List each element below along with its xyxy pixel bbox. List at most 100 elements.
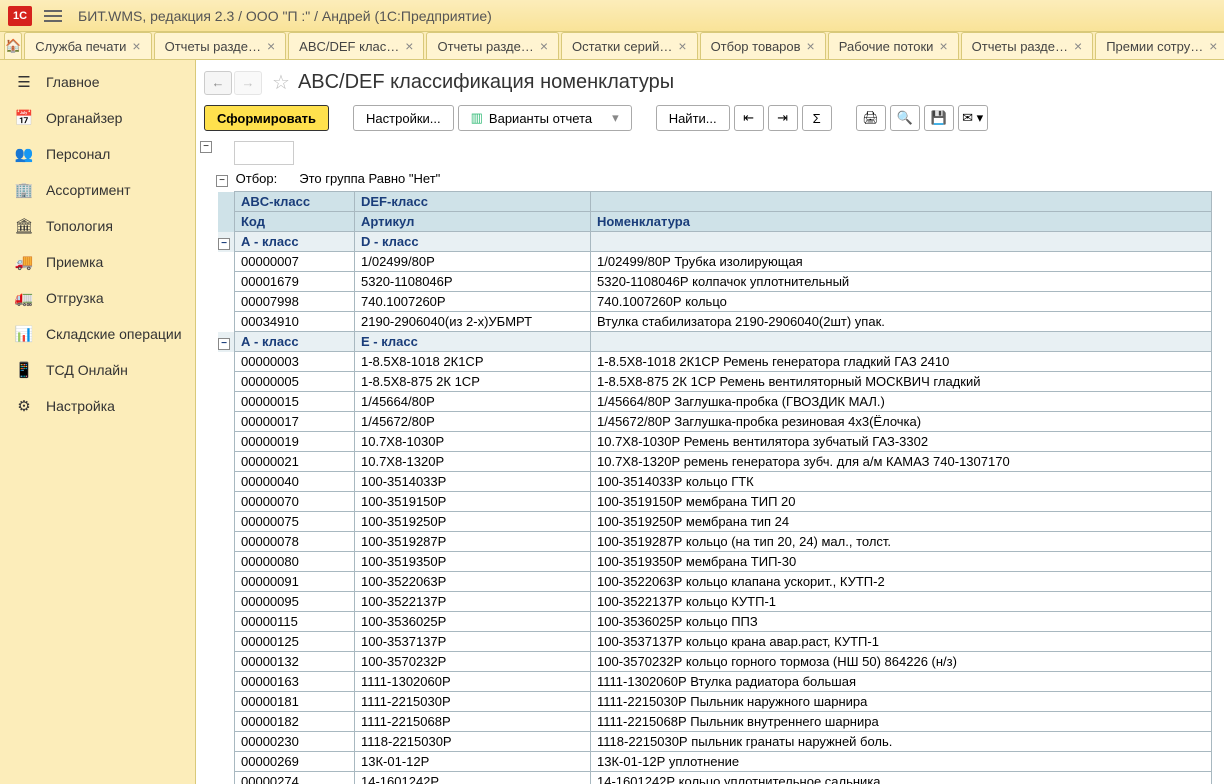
cell: 100-3570232Р (355, 652, 591, 672)
cell: 1111-1302060Р Втулка радиатора большая (591, 672, 1212, 692)
close-icon[interactable]: × (267, 38, 275, 54)
tab[interactable]: Отчеты разде… × (154, 32, 287, 59)
sidebar-item[interactable]: 📊Складские операции (0, 316, 195, 352)
tree-collapse-icon[interactable]: − (216, 175, 228, 187)
sidebar-item[interactable]: 🚚Приемка (0, 244, 195, 280)
find-button[interactable]: Найти... (656, 105, 730, 131)
app-title: БИТ.WMS, редакция 2.3 / ООО "П :" / Андр… (78, 8, 492, 24)
tab[interactable]: Отчеты разде…× (961, 32, 1094, 59)
mail-icon[interactable]: ✉ ▾ (958, 105, 988, 131)
hamburger-icon[interactable] (44, 7, 62, 25)
cell: Артикул (355, 212, 591, 232)
filter-box (234, 141, 294, 165)
close-icon[interactable]: × (939, 38, 947, 54)
cell: 100-3519287Р кольцо (на тип 20, 24) мал.… (591, 532, 1212, 552)
cell (591, 332, 1212, 352)
cell: 100-3514033Р (355, 472, 591, 492)
table-row: 00000080100-3519350Р100-3519350Р мембран… (218, 552, 1212, 572)
sidebar-item[interactable]: ⚙ Настройка (0, 388, 195, 424)
sidebar-item[interactable]: 🚛Отгрузка (0, 280, 195, 316)
save-icon[interactable]: 💾 (924, 105, 954, 131)
table-row: 000349102190-2906040(из 2-х)УБМРТВтулка … (218, 312, 1212, 332)
tab-label: Отчеты разде… (437, 39, 533, 54)
tab[interactable]: ABC/DEF клас…× (288, 32, 424, 59)
collapse-left-icon[interactable]: ⇤ (734, 105, 764, 131)
collapse-right-icon[interactable]: ⇥ (768, 105, 798, 131)
cell: 00000070 (235, 492, 355, 512)
sidebar-item-label: Топология (46, 218, 113, 234)
cell: Втулка стабилизатора 2190-2906040(2шт) у… (591, 312, 1212, 332)
table-row: 00000095100-3522137Р100-3522137Р кольцо … (218, 592, 1212, 612)
preview-icon[interactable]: 🔍 (890, 105, 920, 131)
tab-label: Премии сотру… (1106, 39, 1203, 54)
tab-label: Отчеты разде… (165, 39, 261, 54)
report-area: − − Отбор: Это группа Равно "Нет" ABC-кл… (196, 141, 1224, 784)
close-icon[interactable]: × (1209, 38, 1217, 54)
sidebar-item[interactable]: 📱ТСД Онлайн (0, 352, 195, 388)
cell: 00000007 (235, 252, 355, 272)
header-row: ABC-классDEF-класс (218, 192, 1212, 212)
close-icon[interactable]: × (807, 38, 815, 54)
tree-collapse-icon[interactable]: − (218, 338, 230, 350)
favorite-icon[interactable]: ☆ (272, 70, 290, 95)
sidebar-item[interactable]: 🏢Ассортимент (0, 172, 195, 208)
cell: 1/45672/80Р (355, 412, 591, 432)
cell: 00000125 (235, 632, 355, 652)
print-icon[interactable]: 🖨 (856, 105, 886, 131)
cell: DEF-класс (355, 192, 591, 212)
sidebar-item[interactable]: ☰Главное (0, 64, 195, 100)
table-row: 00000132100-3570232Р100-3570232Р кольцо … (218, 652, 1212, 672)
cell: 1/45672/80Р Заглушка-пробка резиновая 4х… (591, 412, 1212, 432)
tab[interactable]: Отбор товаров× (700, 32, 826, 59)
table-row: 000000151/45664/80Р1/45664/80Р Заглушка-… (218, 392, 1212, 412)
tree-collapse-icon[interactable]: − (200, 141, 212, 153)
tab[interactable]: Остатки серий…× (561, 32, 698, 59)
cell: 00000021 (235, 452, 355, 472)
close-icon[interactable]: × (1074, 38, 1082, 54)
sidebar-icon: 🏛 (12, 217, 36, 235)
home-tab[interactable]: 🏠 (4, 32, 22, 59)
sidebar-item[interactable]: 📅Органайзер (0, 100, 195, 136)
report-variants-button[interactable]: ▥ Варианты отчета ▾ (458, 105, 632, 131)
cell: 740.1007260Р (355, 292, 591, 312)
cell: 100-3519350Р (355, 552, 591, 572)
sidebar-item[interactable]: 🏛 Топология (0, 208, 195, 244)
cell: 00001679 (235, 272, 355, 292)
tab[interactable]: Служба печати× (24, 32, 151, 59)
tab[interactable]: Премии сотру… × (1095, 32, 1224, 59)
tab[interactable]: Рабочие потоки× (828, 32, 959, 59)
sidebar-icon: ⚙ (12, 397, 36, 415)
close-icon[interactable]: × (678, 38, 686, 54)
cell: 1111-2215068Р Пыльник внутреннего шарнир… (591, 712, 1212, 732)
sum-icon[interactable]: Σ (802, 105, 832, 131)
close-icon[interactable]: × (405, 38, 413, 54)
format-button[interactable]: Сформировать (204, 105, 329, 131)
close-icon[interactable]: × (132, 38, 140, 54)
sidebar-item[interactable]: 👥Персонал (0, 136, 195, 172)
cell: 00000132 (235, 652, 355, 672)
sidebar-item-label: Складские операции (46, 326, 182, 342)
cell: 100-3522137Р кольцо КУТП-1 (591, 592, 1212, 612)
cell: 100-3519350Р мембрана ТИП-30 (591, 552, 1212, 572)
table-row: 000000051-8.5Х8-875 2К 1СР1-8.5Х8-875 2К… (218, 372, 1212, 392)
table-row: 000001811111-2215030Р1111-2215030Р Пыльн… (218, 692, 1212, 712)
tab[interactable]: Отчеты разде… × (426, 32, 559, 59)
cell: 100-3570232Р кольцо горного тормоза (НШ … (591, 652, 1212, 672)
sidebar-item-label: Персонал (46, 146, 110, 162)
sidebar-item-label: Настройка (46, 398, 115, 414)
tree-collapse-icon[interactable]: − (218, 238, 230, 250)
cell: 1118-2215030Р пыльник гранаты наружней б… (591, 732, 1212, 752)
cell: 10.7Х8-1030Р (355, 432, 591, 452)
cell: 100-3519250Р мембрана тип 24 (591, 512, 1212, 532)
sidebar-item-label: Главное (46, 74, 100, 90)
cell: 1118-2215030Р (355, 732, 591, 752)
forward-button[interactable]: → (234, 71, 262, 95)
settings-button[interactable]: Настройки... (353, 105, 454, 131)
cell: 00000182 (235, 712, 355, 732)
table-row: 00000091100-3522063Р100-3522063Р кольцо … (218, 572, 1212, 592)
cell: 13К-01-12Р (355, 752, 591, 772)
app-logo: 1C (8, 6, 32, 26)
close-icon[interactable]: × (540, 38, 548, 54)
back-button[interactable]: ← (204, 71, 232, 95)
table-row: 00000075100-3519250Р100-3519250Р мембран… (218, 512, 1212, 532)
